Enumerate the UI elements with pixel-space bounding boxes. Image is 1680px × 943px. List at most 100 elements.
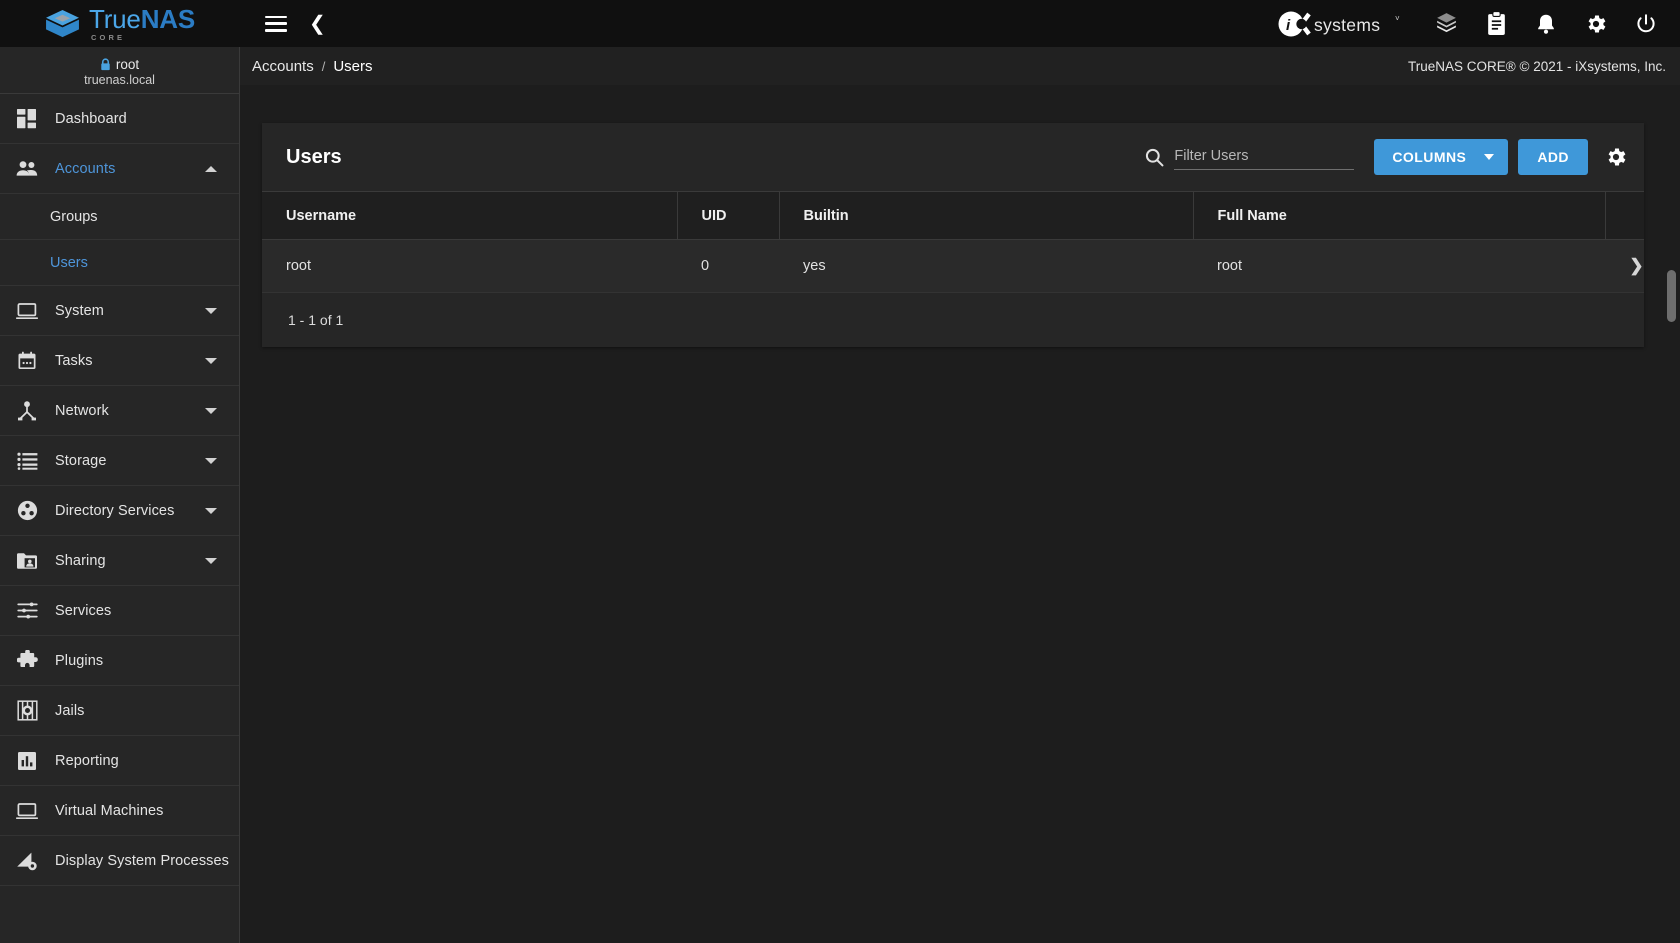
clipboard-icon[interactable] [1485,11,1508,36]
chevron-down-icon[interactable] [205,407,217,414]
people-icon [14,156,40,182]
users-card: Users COLUMNS ADD [262,123,1644,347]
column-header-actions [1605,191,1644,240]
cell-expand[interactable]: ❯ [1605,239,1644,293]
breadcrumb-item-accounts[interactable]: Accounts [252,58,314,75]
lock-icon [101,58,110,71]
sidebar-item-label: Virtual Machines [55,802,164,819]
sidebar-item-label: Services [55,602,112,619]
sidebar-user-info: root truenas.local [0,47,239,94]
hamburger-menu-icon[interactable] [265,15,287,32]
chevron-up-icon[interactable] [205,165,217,172]
filter-users-group [1145,144,1355,170]
columns-button[interactable]: COLUMNS [1374,139,1509,175]
sidebar-item-sharing[interactable]: Sharing [0,536,239,586]
directory-services-icon [14,498,40,524]
sidebar-item-label: Reporting [55,752,119,769]
sidebar-item-label: Network [55,402,109,419]
calendar-icon [14,348,40,374]
cube-stack-icon[interactable] [1434,11,1459,36]
network-icon [14,398,40,424]
svg-text:˅: ˅ [1395,14,1400,23]
top-bar: TrueNAS CORE ❮ i systems ˅ [0,0,1680,47]
topbar-right-controls: i systems ˅ [1278,11,1680,37]
storage-list-icon [14,448,40,474]
sidebar-navigation: root truenas.local Dashboard Accounts Gr… [0,47,240,943]
search-input[interactable] [1174,144,1355,170]
sidebar-user-name: root [115,57,140,72]
sidebar-item-virtual-machines[interactable]: Virtual Machines [0,786,239,836]
sidebar-item-display-system-processes[interactable]: Display System Processes [0,836,239,886]
sidebar-item-tasks[interactable]: Tasks [0,336,239,386]
sidebar-item-label: Plugins [55,652,104,669]
add-button-label: ADD [1537,149,1569,165]
processes-icon [14,848,40,874]
column-header-fullname[interactable]: Full Name [1193,191,1606,240]
sidebar-item-accounts[interactable]: Accounts [0,144,239,194]
chevron-right-icon[interactable]: ❯ [1629,256,1643,275]
sidebar-item-reporting[interactable]: Reporting [0,736,239,786]
column-header-username[interactable]: Username [262,191,678,240]
chevron-down-icon[interactable] [205,557,217,564]
chevron-left-icon[interactable]: ❮ [309,14,326,34]
sidebar-item-users[interactable]: Users [0,240,239,286]
vertical-scrollbar-thumb[interactable] [1667,270,1676,322]
sidebar-item-label: Dashboard [55,110,127,127]
column-header-uid[interactable]: UID [677,191,780,240]
sidebar-item-label: Accounts [55,160,116,177]
table-header-row: Username UID Builtin Full Name [262,191,1644,240]
sidebar-item-label: Tasks [55,352,93,369]
sidebar-item-system[interactable]: System [0,286,239,336]
cell-username: root [262,239,677,293]
sidebar-item-label: Jails [55,702,85,719]
breadcrumb: Accounts / Users [252,58,373,75]
truenas-cube-icon [46,9,79,37]
sidebar-item-network[interactable]: Network [0,386,239,436]
column-header-builtin[interactable]: Builtin [779,191,1194,240]
wordmark-nas: NAS [140,3,195,34]
power-icon[interactable] [1634,12,1658,36]
chevron-down-icon[interactable] [205,457,217,464]
sidebar-item-label: Storage [55,452,107,469]
table-row[interactable]: root 0 yes root ❯ [262,239,1644,293]
gear-icon[interactable] [1604,145,1628,169]
chevron-down-icon[interactable] [205,307,217,314]
users-table: Username UID Builtin Full Name root 0 ye… [262,191,1644,293]
sidebar-user-host: truenas.local [84,73,155,87]
bell-icon[interactable] [1534,11,1558,36]
sidebar-nav-list: Dashboard Accounts Groups Users System T… [0,94,239,886]
brand-logo-zone[interactable]: TrueNAS CORE [0,0,240,47]
page-title: Users [286,145,342,168]
truenas-logo[interactable]: TrueNAS CORE [45,6,195,42]
sidebar-item-services[interactable]: Services [0,586,239,636]
copyright-text: TrueNAS CORE® © 2021 - iXsystems, Inc. [1408,58,1666,74]
add-user-button[interactable]: ADD [1518,139,1588,175]
topbar-left-controls: ❮ [265,14,326,34]
puzzle-icon [14,648,40,674]
sidebar-item-label: Display System Processes [55,852,230,869]
chevron-down-icon [1484,154,1495,160]
cell-fullname: root [1193,239,1605,293]
sidebar-item-directory-services[interactable]: Directory Services [0,486,239,536]
sidebar-item-storage[interactable]: Storage [0,436,239,486]
wordmark-edition: CORE [91,32,126,42]
sidebar-item-dashboard[interactable]: Dashboard [0,94,239,144]
chevron-down-icon[interactable] [205,507,217,514]
search-icon[interactable] [1145,148,1164,167]
sidebar-item-label: System [55,302,104,319]
truenas-wordmark: TrueNAS CORE [89,6,195,42]
jail-icon [14,698,40,724]
sidebar-item-plugins[interactable]: Plugins [0,636,239,686]
cell-builtin: yes [779,239,1193,293]
dashboard-icon [14,106,40,132]
sidebar-user-name-row: root [100,57,139,72]
gear-icon[interactable] [1584,12,1608,36]
chevron-down-icon[interactable] [205,357,217,364]
ixsystems-logo: i systems ˅ [1278,11,1402,37]
svg-text:systems: systems [1314,15,1380,35]
sidebar-item-groups[interactable]: Groups [0,194,239,240]
breadcrumb-item-users[interactable]: Users [333,58,372,75]
truenas-web-ui: TrueNAS CORE ❮ i systems ˅ Accounts / Us… [0,0,1680,943]
monitor-icon [14,298,40,324]
sidebar-item-jails[interactable]: Jails [0,686,239,736]
